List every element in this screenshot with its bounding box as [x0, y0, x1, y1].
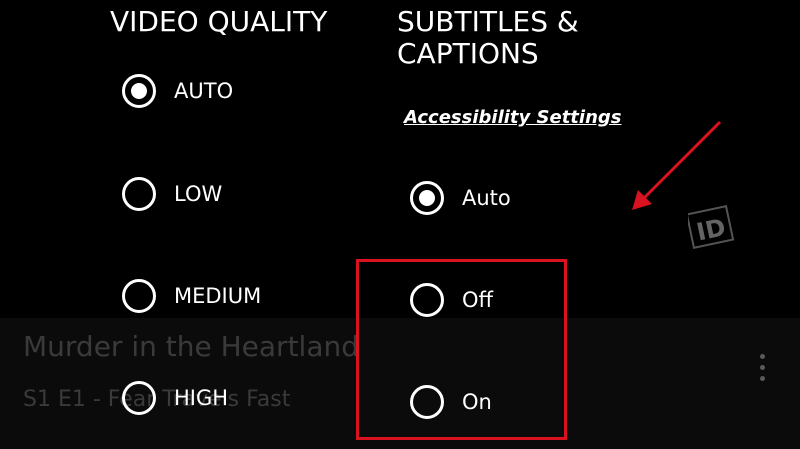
radio-selected-icon[interactable] — [410, 181, 444, 215]
quality-option-medium[interactable]: MEDIUM — [122, 279, 261, 313]
radio-unselected-icon[interactable] — [122, 381, 156, 415]
subtitle-option-auto[interactable]: Auto — [410, 181, 511, 215]
quality-option-high[interactable]: HIGH — [122, 381, 228, 415]
accessibility-settings-link[interactable]: Accessibility Settings — [404, 107, 622, 128]
radio-unselected-icon[interactable] — [122, 177, 156, 211]
quality-option-auto[interactable]: AUTO — [122, 74, 233, 108]
quality-option-low[interactable]: LOW — [122, 177, 222, 211]
quality-option-label: LOW — [174, 182, 223, 206]
quality-option-label: MEDIUM — [174, 284, 262, 308]
quality-option-label: HIGH — [174, 386, 229, 410]
more-vertical-icon[interactable] — [755, 354, 769, 388]
video-quality-heading: VIDEO QUALITY — [110, 5, 328, 38]
show-title: Murder in the Heartland — [23, 330, 359, 363]
subtitle-option-label: Auto — [462, 186, 511, 210]
settings-overlay: Murder in the Heartland S1 E1 - Fear Tra… — [0, 0, 800, 449]
subtitles-heading-line1: SUBTITLES & — [397, 5, 579, 38]
quality-option-label: AUTO — [174, 79, 234, 103]
subtitles-heading: SUBTITLES & CAPTIONS — [397, 6, 579, 70]
red-arrow-icon — [632, 120, 722, 210]
subtitles-heading-line2: CAPTIONS — [397, 37, 539, 70]
radio-unselected-icon[interactable] — [122, 279, 156, 313]
highlight-box — [356, 259, 567, 440]
radio-selected-icon[interactable] — [122, 74, 156, 108]
